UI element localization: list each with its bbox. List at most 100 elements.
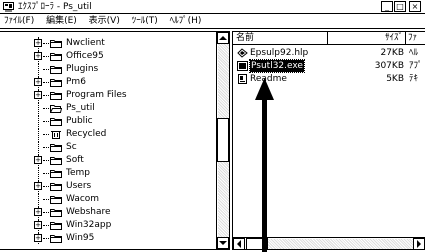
tree-connector-line: [38, 141, 39, 153]
expand-plus-icon[interactable]: +: [34, 52, 42, 60]
open-folder-icon: [50, 105, 62, 113]
tree-item-office95[interactable]: + Office95: [0, 50, 216, 62]
folder-icon: [50, 118, 62, 126]
tree-connector-branch: [43, 108, 49, 109]
scroll-right-arrow-icon[interactable]: [413, 238, 425, 249]
title-bar[interactable]: ｴｸｽﾌﾟﾛｰﾗ - Ps_util _ □ ×: [0, 0, 425, 14]
menu-file[interactable]: ﾌｧｲﾙ(F): [0, 15, 39, 28]
file-name[interactable]: Psutl32.exe: [249, 59, 305, 73]
file-size: 307KB: [374, 61, 404, 71]
column-header-name[interactable]: 名前: [233, 32, 328, 44]
tree-connector-branch: [43, 199, 49, 200]
tree-connector-branch: [43, 56, 49, 57]
expand-plus-icon[interactable]: +: [34, 208, 42, 216]
tree-connector-line: [38, 193, 39, 205]
tree-item-public[interactable]: Public: [0, 115, 216, 127]
scroll-down-arrow-icon[interactable]: [217, 237, 229, 249]
tree-item-label: Win32app: [66, 220, 112, 230]
maximize-button[interactable]: □: [394, 1, 406, 12]
file-type: ﾃｷ: [409, 74, 419, 84]
folder-icon: [50, 40, 62, 48]
file-row[interactable]: Readme 5KB ﾃｷ: [233, 73, 425, 85]
list-scroll-track[interactable]: [246, 239, 413, 249]
application-icon: [237, 61, 248, 71]
menu-edit[interactable]: 編集(E): [42, 15, 82, 28]
tree-connector-branch: [43, 147, 49, 148]
menu-help[interactable]: ﾍﾙﾌﾟ(H): [166, 15, 207, 28]
menu-view[interactable]: 表示(V): [85, 15, 125, 28]
window-title: ｴｸｽﾌﾟﾛｰﾗ - Ps_util: [18, 2, 92, 12]
tree-connector-line: [38, 102, 39, 114]
tree-item-win95[interactable]: + Win95: [0, 232, 216, 244]
tree-item-label: Webshare: [66, 207, 111, 217]
tree-connector-branch: [43, 173, 49, 174]
tree-scroll-thumb[interactable]: [217, 118, 229, 162]
tree-item-label: Recycled: [66, 129, 107, 139]
tree-item-sc[interactable]: Sc: [0, 141, 216, 153]
expand-plus-icon[interactable]: +: [34, 221, 42, 229]
tree-item-webshare[interactable]: + Webshare: [0, 206, 216, 218]
list-header: 名前 ｻｲｽﾞ ﾌｧ: [233, 32, 425, 45]
column-header-size[interactable]: ｻｲｽﾞ: [328, 32, 406, 44]
folder-icon: [50, 170, 62, 178]
file-row[interactable]: Epsulp92.hlp 27KB ﾍﾙ: [233, 47, 425, 59]
tree-connector-branch: [43, 69, 49, 70]
expand-plus-icon[interactable]: +: [34, 156, 42, 164]
tree-item-users[interactable]: + Users: [0, 180, 216, 192]
tree-item-wacom[interactable]: Wacom: [0, 193, 216, 205]
tree-item-soft[interactable]: + Soft: [0, 154, 216, 166]
tree-item-label: Public: [66, 116, 93, 126]
tree-item-program-files[interactable]: + Program Files: [0, 89, 216, 101]
file-type: ｱﾌﾟ: [409, 61, 423, 71]
file-type: ﾍﾙ: [409, 48, 419, 58]
list-horizontal-scrollbar[interactable]: [233, 237, 425, 249]
folder-icon: [50, 66, 62, 74]
expand-plus-icon[interactable]: +: [34, 234, 42, 242]
tree-connector-branch: [43, 238, 49, 239]
folder-icon: [50, 144, 62, 152]
tree-connector-branch: [43, 134, 49, 135]
expand-plus-icon[interactable]: +: [34, 39, 42, 47]
tree-item-label: Ps_util: [66, 103, 95, 113]
scroll-left-arrow-icon[interactable]: [233, 238, 245, 249]
tree-vertical-scrollbar[interactable]: [216, 32, 229, 249]
tree-item-label: Office95: [66, 51, 104, 61]
tree-connector-line: [38, 115, 39, 127]
tree-item-label: Temp: [66, 168, 90, 178]
folder-icon: [50, 157, 62, 165]
tree-item-ps-util[interactable]: Ps_util: [0, 102, 216, 114]
folder-icon: [50, 53, 62, 61]
explorer-window: ｴｸｽﾌﾟﾛｰﾗ - Ps_util _ □ × ﾌｧｲﾙ(F) 編集(E) 表…: [0, 0, 425, 252]
tree-item-plugins[interactable]: Plugins: [0, 63, 216, 75]
expand-plus-icon[interactable]: +: [34, 78, 42, 86]
folder-icon: [50, 196, 62, 204]
minimize-button[interactable]: _: [381, 1, 393, 12]
folder-tree: + Nwclient + Office95 Plugins + Pm6 + Program Fi…: [0, 32, 216, 249]
explorer-app-icon: [3, 2, 14, 12]
tree-item-pm6[interactable]: + Pm6: [0, 76, 216, 88]
file-size: 27KB: [380, 48, 404, 58]
column-header-type[interactable]: ﾌｧ: [406, 32, 425, 44]
folder-icon: [50, 209, 62, 217]
tree-item-label: Wacom: [66, 194, 100, 204]
expand-plus-icon[interactable]: +: [34, 91, 42, 99]
tree-connector-branch: [43, 225, 49, 226]
folder-icon: [50, 92, 62, 100]
list-scroll-thumb[interactable]: [246, 238, 268, 249]
tree-item-label: Sc: [66, 142, 77, 152]
scroll-up-arrow-icon[interactable]: [217, 32, 229, 44]
tree-connector-branch: [43, 212, 49, 213]
tree-item-temp[interactable]: Temp: [0, 167, 216, 179]
close-button[interactable]: ×: [409, 1, 421, 12]
tree-item-recycled[interactable]: Recycled: [0, 128, 216, 140]
file-name[interactable]: Epsulp92.hlp: [250, 47, 326, 59]
file-row[interactable]: Psutl32.exe 307KB ｱﾌﾟ: [233, 59, 425, 73]
tree-item-nwclient[interactable]: + Nwclient: [0, 37, 216, 49]
tree-item-label: Pm6: [66, 77, 86, 87]
tree-item-win32app[interactable]: + Win32app: [0, 219, 216, 231]
text-file-icon: [238, 74, 247, 84]
tree-connector-branch: [43, 160, 49, 161]
menu-tools[interactable]: ﾂｰﾙ(T): [128, 15, 163, 28]
file-name[interactable]: Readme: [250, 73, 326, 85]
expand-plus-icon[interactable]: +: [34, 182, 42, 190]
